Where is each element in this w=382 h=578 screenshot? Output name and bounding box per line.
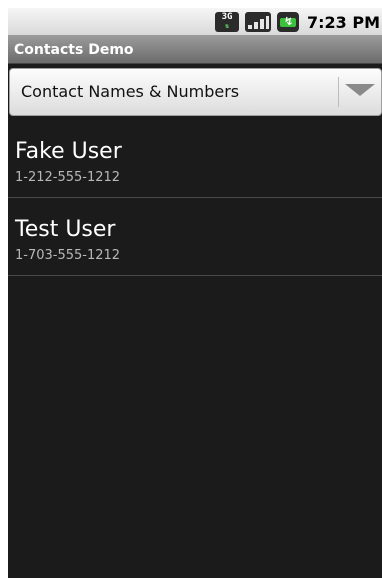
- battery-charging-icon: ↯: [276, 12, 299, 32]
- contact-name: Test User: [15, 217, 116, 242]
- status-bar: 3G ⇅ ↯ 7:23 PM: [8, 8, 382, 36]
- app-title: Contacts Demo: [14, 41, 134, 58]
- contact-number: 1-212-555-1212: [15, 170, 121, 185]
- network-type-label: 3G: [221, 12, 233, 22]
- main-content: Contact Names & Numbers Fake User 1-212-…: [8, 64, 382, 578]
- spinner-divider: [338, 77, 339, 107]
- list-item[interactable]: Test User 1-703-555-1212: [8, 198, 382, 276]
- status-clock: 7:23 PM: [306, 12, 380, 32]
- phone-screen: 3G ⇅ ↯ 7:23 PM Contacts Demo Contact Nam…: [0, 0, 382, 578]
- list-item[interactable]: Fake User 1-212-555-1212: [8, 120, 382, 198]
- data-activity-arrows-icon: ⇅: [224, 22, 230, 30]
- title-bar: Contacts Demo: [8, 36, 382, 64]
- contact-list: Fake User 1-212-555-1212 Test User 1-703…: [8, 120, 382, 276]
- signal-strength-icon: [244, 12, 271, 32]
- spinner-selected-label: Contact Names & Numbers: [21, 82, 240, 101]
- dropdown-arrow-icon[interactable]: [345, 84, 375, 96]
- contact-number: 1-703-555-1212: [15, 248, 121, 263]
- view-selector-spinner[interactable]: Contact Names & Numbers: [9, 68, 382, 116]
- status-icons: 3G ⇅ ↯ 7:23 PM: [214, 8, 382, 36]
- contact-name: Fake User: [15, 139, 122, 164]
- 3g-data-icon: 3G ⇅: [214, 12, 239, 32]
